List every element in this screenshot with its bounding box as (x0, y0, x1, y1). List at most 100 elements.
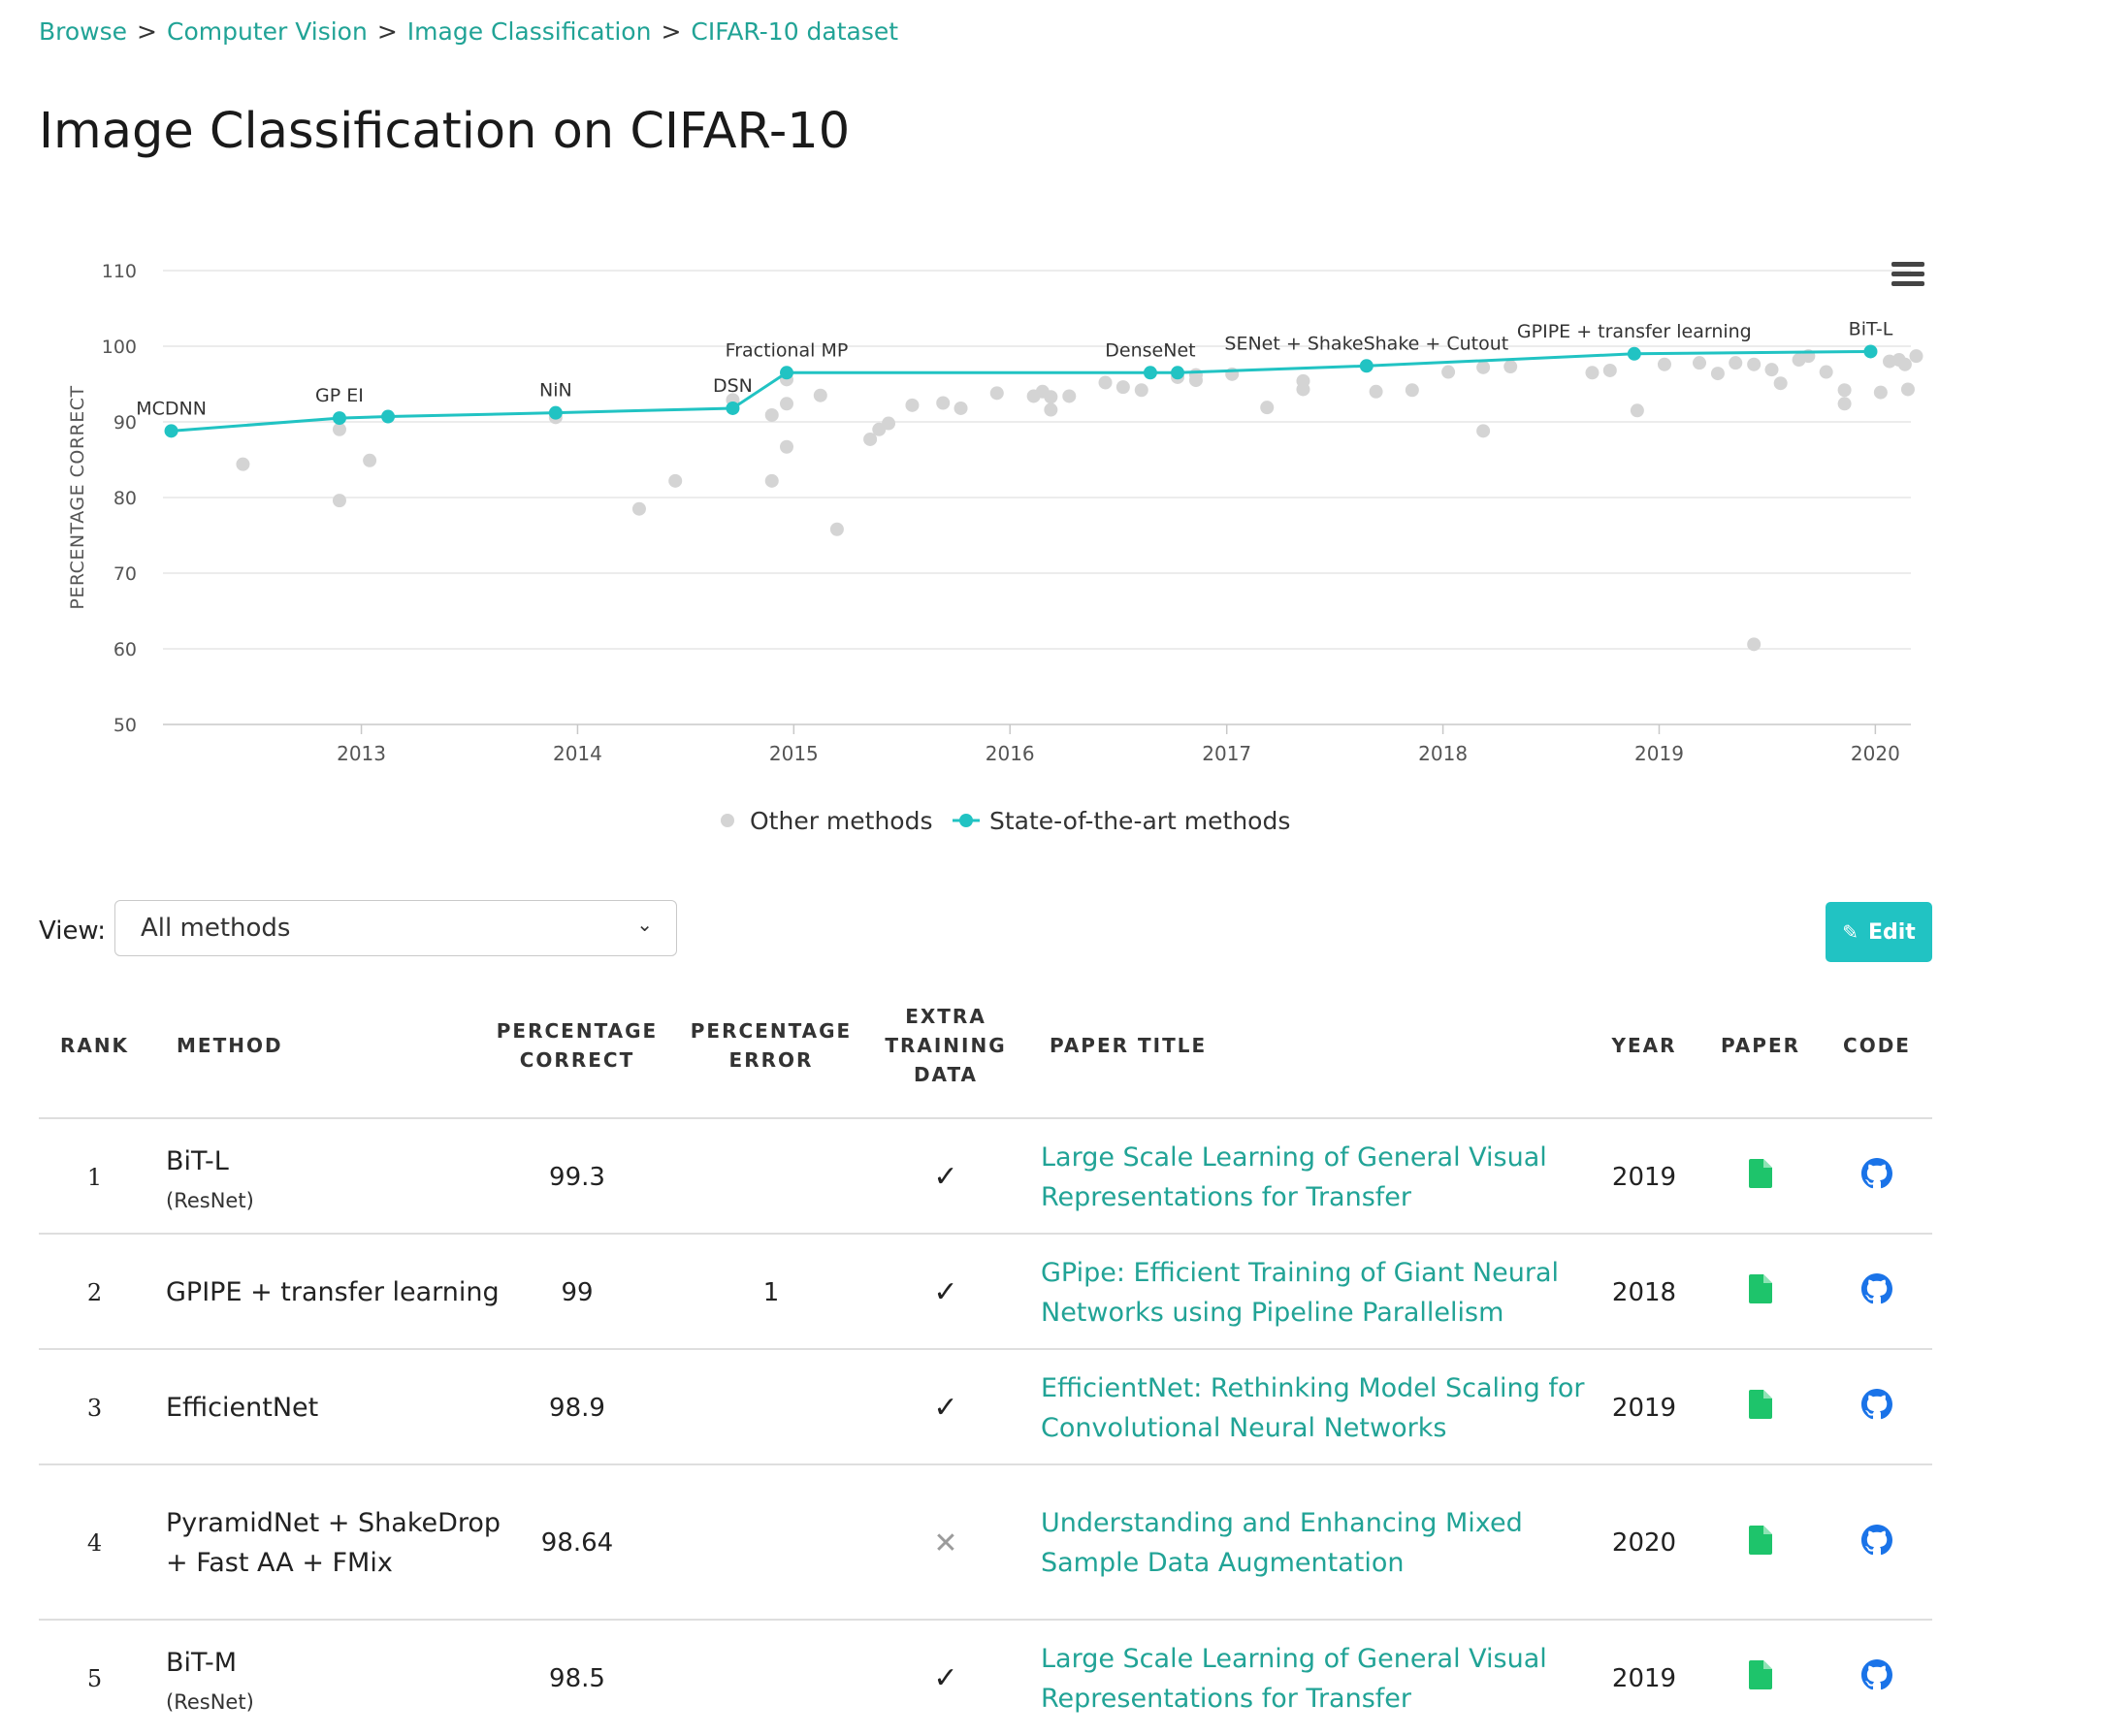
other-method-point (1819, 365, 1833, 379)
paper-file-icon[interactable] (1749, 1660, 1772, 1696)
y-tick-label: 80 (113, 488, 137, 509)
paper-file-icon[interactable] (1749, 1525, 1772, 1561)
other-method-point (332, 494, 346, 508)
table-row[interactable]: 2 GPIPE + transfer learning 99 1 ✓ GPipe: Eff… (39, 1233, 1932, 1350)
extra-training-data-check-icon: ✓ (933, 1661, 958, 1695)
header-method[interactable]: METHOD (177, 997, 371, 1094)
github-icon[interactable] (1861, 1524, 1892, 1562)
other-method-point (1260, 401, 1275, 415)
paper-cell (1707, 1465, 1814, 1621)
table-row[interactable]: 5 BiT-M (ResNet) 98.5 ✓ Large Scale Learning … (39, 1619, 1932, 1736)
table-row[interactable]: 4 PyramidNet + ShakeDrop + Fast AA + FMix… (39, 1463, 1932, 1621)
code-cell (1824, 1465, 1930, 1621)
github-icon[interactable] (1861, 1273, 1892, 1311)
chart-menu-icon[interactable] (1891, 262, 1924, 287)
table-row[interactable]: 1 BiT-L (ResNet) 99.3 ✓ Large Scale Learning … (39, 1117, 1932, 1235)
method-name[interactable]: PyramidNet + ShakeDrop + Fast AA + FMix (166, 1508, 501, 1578)
other-method-point (1405, 383, 1419, 398)
other-method-point (1837, 397, 1852, 411)
legend-other-marker (721, 814, 734, 827)
other-method-point (1764, 363, 1779, 377)
header-percentage-correct[interactable]: PERCENTAGE CORRECT (485, 997, 669, 1094)
sota-point-label: NiN (539, 380, 572, 402)
paper-title-link[interactable]: EfficientNet: Rethinking Model Scaling f… (1041, 1368, 1613, 1448)
view-select-value: All methods (141, 914, 291, 943)
rank-cell: 5 (86, 1664, 103, 1692)
code-cell (1824, 1350, 1930, 1465)
other-method-point (764, 407, 779, 422)
method-cell[interactable]: GPIPE + transfer learning (166, 1235, 505, 1350)
other-method-point (1729, 356, 1743, 370)
paper-title-cell: EfficientNet: Rethinking Model Scaling f… (1041, 1350, 1613, 1465)
header-extra-training-data[interactable]: EXTRA TRAINING DATA (873, 997, 1018, 1094)
year-cell: 2019 (1611, 1393, 1677, 1423)
other-method-point (1585, 366, 1600, 380)
breadcrumb-image-classification[interactable]: Image Classification (407, 17, 652, 46)
other-method-point (1476, 424, 1491, 438)
y-tick-label: 70 (113, 563, 137, 585)
method-subtitle: (ResNet) (166, 1690, 254, 1714)
header-paper-title[interactable]: PAPER TITLE (1050, 997, 1341, 1094)
paper-title-link[interactable]: Understanding and Enhancing Mixed Sample… (1041, 1503, 1613, 1583)
sota-point (1627, 346, 1641, 361)
breadcrumb-cifar10-dataset[interactable]: CIFAR-10 dataset (691, 17, 898, 46)
extra-training-data-check-icon: ✓ (933, 1391, 958, 1425)
view-select[interactable]: All methods ⌄ (114, 900, 677, 956)
method-cell[interactable]: PyramidNet + ShakeDrop + Fast AA + FMix (166, 1465, 505, 1621)
rank-cell: 1 (86, 1163, 103, 1191)
header-percentage-error[interactable]: PERCENTAGE ERROR (679, 997, 863, 1094)
x-tick-label: 2019 (1634, 742, 1684, 765)
other-method-point (1115, 380, 1130, 395)
method-cell[interactable]: BiT-L (ResNet) (166, 1119, 505, 1235)
other-method-point (936, 396, 951, 410)
x-tick-label: 2018 (1418, 742, 1468, 765)
method-name[interactable]: EfficientNet (166, 1393, 318, 1423)
method-cell[interactable]: EfficientNet (166, 1350, 505, 1465)
view-label: View: (39, 916, 107, 946)
table-row[interactable]: 3 EfficientNet 98.9 ✓ EfficientNet: Rethinki… (39, 1348, 1932, 1465)
percentage-correct-cell: 98.64 (540, 1528, 614, 1558)
percentage-error-cell (679, 1350, 863, 1465)
other-method-point (363, 453, 377, 467)
paper-title-link[interactable]: GPipe: Efficient Training of Giant Neura… (1041, 1253, 1613, 1333)
github-icon[interactable] (1861, 1158, 1892, 1196)
header-year[interactable]: YEAR (1591, 997, 1697, 1094)
y-axis-label: PERCENTAGE CORRECT (67, 385, 88, 609)
other-method-point (1044, 390, 1058, 404)
method-name[interactable]: GPIPE + transfer learning (166, 1277, 500, 1307)
other-method-point (1837, 383, 1852, 398)
paper-file-icon[interactable] (1749, 1159, 1772, 1195)
edit-button-label: Edit (1867, 919, 1916, 945)
breadcrumb-browse[interactable]: Browse (39, 17, 127, 46)
other-method-point (1897, 357, 1912, 371)
sota-series-line (171, 349, 1871, 433)
header-percentage-error-line1: PERCENTAGE (690, 1019, 853, 1043)
paper-file-icon[interactable] (1749, 1390, 1772, 1426)
github-icon[interactable] (1861, 1389, 1892, 1427)
other-method-point (1909, 349, 1923, 364)
y-tick-label: 90 (113, 412, 137, 434)
other-method-point (1062, 389, 1077, 403)
x-tick-label: 2020 (1851, 742, 1900, 765)
method-cell[interactable]: BiT-M (ResNet) (166, 1621, 505, 1736)
header-percentage-correct-line2: CORRECT (519, 1048, 635, 1072)
paper-file-icon[interactable] (1749, 1274, 1772, 1310)
code-cell (1824, 1119, 1930, 1235)
x-tick-label: 2017 (1202, 742, 1251, 765)
method-name[interactable]: BiT-M (166, 1648, 237, 1678)
paper-title-link[interactable]: Large Scale Learning of General Visual R… (1041, 1138, 1613, 1217)
header-rank[interactable]: RANK (39, 997, 150, 1094)
breadcrumb-computer-vision[interactable]: Computer Vision (167, 17, 368, 46)
paper-title-link[interactable]: Large Scale Learning of General Visual R… (1041, 1639, 1613, 1719)
sota-point (332, 411, 346, 426)
edit-button[interactable]: ✎ Edit (1826, 902, 1932, 962)
sota-point (381, 409, 396, 424)
x-tick-label: 2014 (553, 742, 602, 765)
other-method-point (1630, 403, 1644, 418)
other-method-point (1747, 637, 1762, 652)
github-icon[interactable] (1861, 1659, 1892, 1697)
method-name[interactable]: BiT-L (166, 1146, 229, 1176)
percentage-correct-cell: 98.9 (549, 1393, 605, 1423)
paper-title-cell: Large Scale Learning of General Visual R… (1041, 1119, 1613, 1235)
paper-cell (1707, 1235, 1814, 1350)
